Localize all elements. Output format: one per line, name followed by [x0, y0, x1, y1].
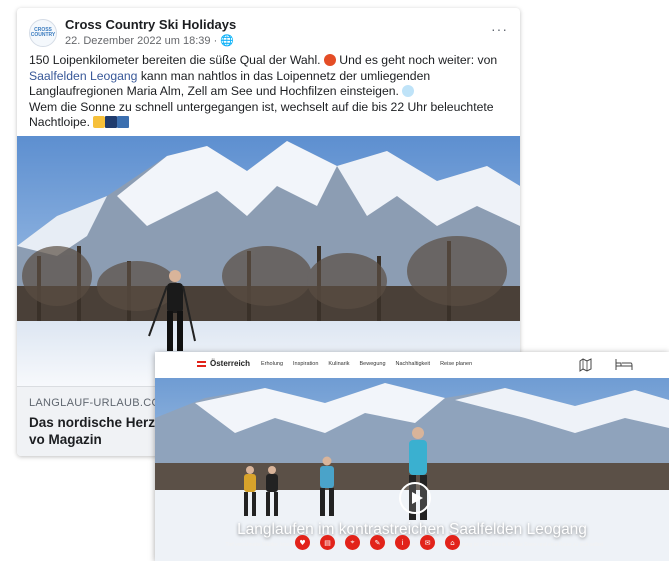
page-avatar[interactable]: CROSS COUNTRY	[29, 19, 57, 47]
map-icon[interactable]	[579, 358, 592, 372]
edit-icon[interactable]: ✎	[370, 535, 385, 550]
nav-item-bewegung[interactable]: Bewegung	[360, 361, 386, 367]
austria-flag-icon	[197, 361, 206, 367]
quick-links: ♥ ▤ ⌖ ✎ i ✉ ⌂	[295, 535, 460, 550]
ski-photo-image	[17, 136, 520, 386]
post-photo[interactable]	[17, 136, 520, 386]
site-navigation: Österreich Erholung Inspiration Kulinari…	[155, 352, 669, 378]
post-date[interactable]: 22. Dezember 2022 um 18:39 · 🌐	[65, 34, 234, 47]
location-icon[interactable]: ⌖	[345, 535, 360, 550]
location-link[interactable]: Saalfelden Leogang	[29, 69, 137, 83]
nav-item-erholung[interactable]: Erholung	[261, 361, 283, 367]
more-options-button[interactable]: ···	[491, 21, 508, 37]
heart-eyes-emoji-icon	[323, 54, 336, 66]
post-text-part1: 150 Loipenkilometer bereiten die süße Qu…	[29, 53, 324, 67]
post-header: CROSS COUNTRY Cross Country Ski Holidays…	[29, 17, 508, 47]
post-text: 150 Loipenkilometer bereiten die süße Qu…	[29, 53, 514, 131]
hand-point-emoji-icon	[93, 116, 106, 128]
globe-icon: 🌐	[220, 35, 235, 47]
page-name[interactable]: Cross Country Ski Holidays	[65, 17, 236, 32]
link-title: Das nordische Herz vo Magazin	[29, 415, 156, 447]
nav-item-nachhaltigkeit[interactable]: Nachhaltigkeit	[396, 361, 431, 367]
nav-item-kulinarik[interactable]: Kulinarik	[328, 361, 349, 367]
info-icon[interactable]: i	[395, 535, 410, 550]
snowflake-emoji-icon	[402, 85, 415, 97]
nav-menu: Erholung Inspiration Kulinarik Bewegung …	[261, 361, 472, 367]
night-emoji-icon	[105, 116, 118, 128]
post-date-text: 22. Dezember 2022 um 18:39 ·	[65, 35, 221, 47]
bed-icon[interactable]	[615, 358, 633, 371]
skier-emoji-icon	[117, 116, 130, 128]
home-icon[interactable]: ⌂	[445, 535, 460, 550]
site-brand[interactable]: Österreich	[210, 359, 250, 368]
favorite-icon[interactable]: ♥	[295, 535, 310, 550]
calendar-icon[interactable]: ▤	[320, 535, 335, 550]
avatar-text: CROSS COUNTRY	[30, 27, 56, 38]
post-text-part2: Und es geht noch weiter: von	[335, 53, 498, 67]
website-screenshot: Österreich Erholung Inspiration Kulinari…	[155, 352, 669, 561]
nav-item-reise-planen[interactable]: Reise planen	[440, 361, 472, 367]
link-domain: LANGLAUF-URLAUB.COM	[29, 397, 170, 409]
mail-icon[interactable]: ✉	[420, 535, 435, 550]
play-video-button[interactable]	[399, 482, 431, 514]
nav-item-inspiration[interactable]: Inspiration	[293, 361, 318, 367]
hero-banner[interactable]: Langlaufen im kontrastreichen Saalfelden…	[155, 378, 669, 561]
